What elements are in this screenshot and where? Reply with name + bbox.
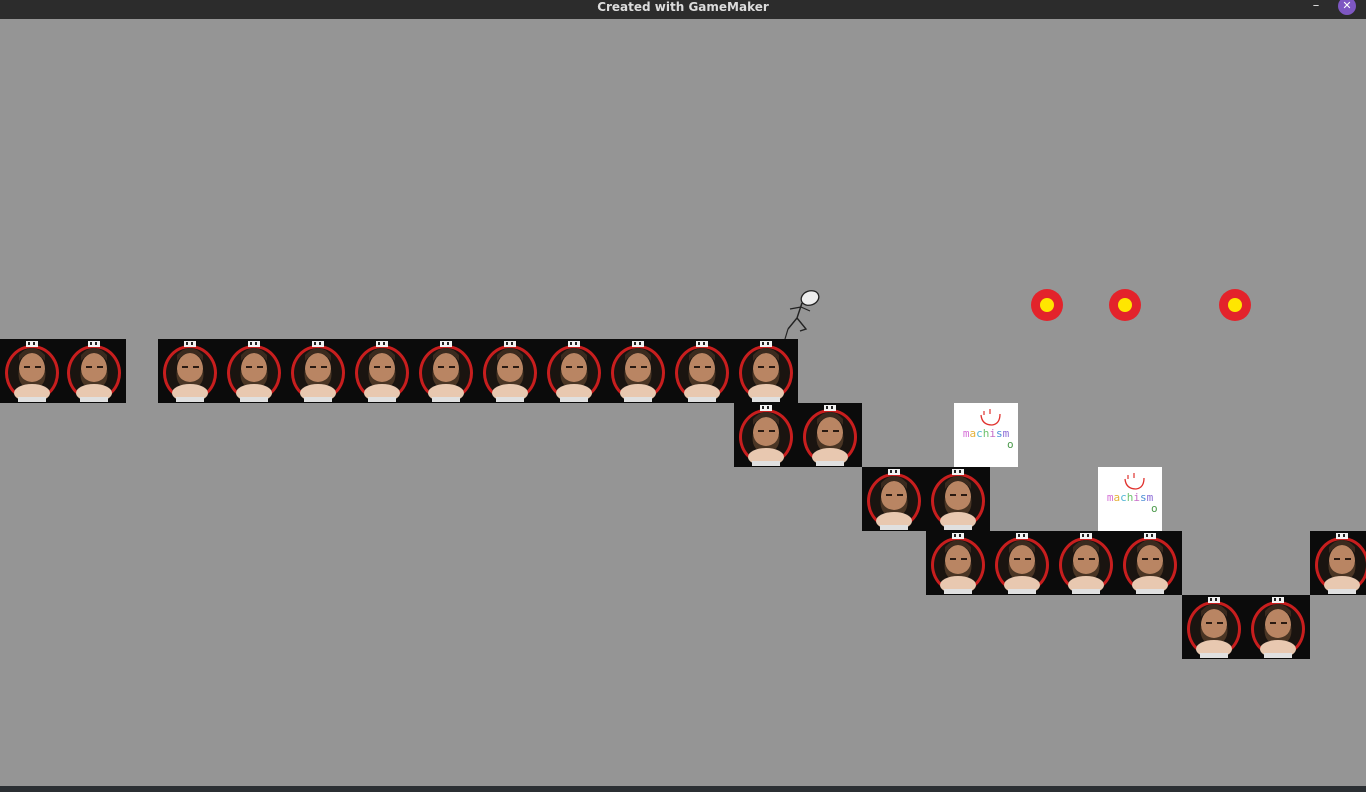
sign-trailing-letter: o bbox=[1007, 438, 1014, 451]
minimize-button[interactable]: – bbox=[1308, 0, 1324, 14]
player-stick-figure bbox=[784, 290, 820, 340]
window-bottom-edge bbox=[0, 786, 1366, 792]
platform-tile bbox=[414, 339, 478, 403]
platform-tile bbox=[1054, 531, 1118, 595]
platform-tile bbox=[926, 467, 990, 531]
platform-tile bbox=[350, 339, 414, 403]
platform-tile bbox=[798, 403, 862, 467]
sign-trailing-letter: o bbox=[1151, 502, 1158, 515]
platform-tile bbox=[926, 531, 990, 595]
platform-tile bbox=[990, 531, 1054, 595]
coin bbox=[1219, 289, 1251, 321]
game-room[interactable]: machism o machism o bbox=[0, 19, 1366, 786]
platform-tile bbox=[734, 403, 798, 467]
platform-tile bbox=[862, 467, 926, 531]
platform-tile bbox=[670, 339, 734, 403]
title-bar: Created with GameMaker – ✕ bbox=[0, 0, 1366, 19]
platform-tile bbox=[478, 339, 542, 403]
platform-tile bbox=[734, 339, 798, 403]
platform-tile bbox=[1246, 595, 1310, 659]
platform-tile bbox=[222, 339, 286, 403]
platform-tile bbox=[542, 339, 606, 403]
window-title: Created with GameMaker bbox=[597, 0, 769, 14]
platform-tile bbox=[606, 339, 670, 403]
platform-tile bbox=[1310, 531, 1366, 595]
coin bbox=[1109, 289, 1141, 321]
platform-tile bbox=[62, 339, 126, 403]
platform-tile bbox=[286, 339, 350, 403]
coin bbox=[1031, 289, 1063, 321]
platform-tile bbox=[158, 339, 222, 403]
machismo-sign: machism o bbox=[954, 403, 1018, 467]
machismo-sign: machism o bbox=[1098, 467, 1162, 531]
platform-tile bbox=[0, 339, 64, 403]
platform-tile bbox=[1118, 531, 1182, 595]
platform-tile bbox=[1182, 595, 1246, 659]
